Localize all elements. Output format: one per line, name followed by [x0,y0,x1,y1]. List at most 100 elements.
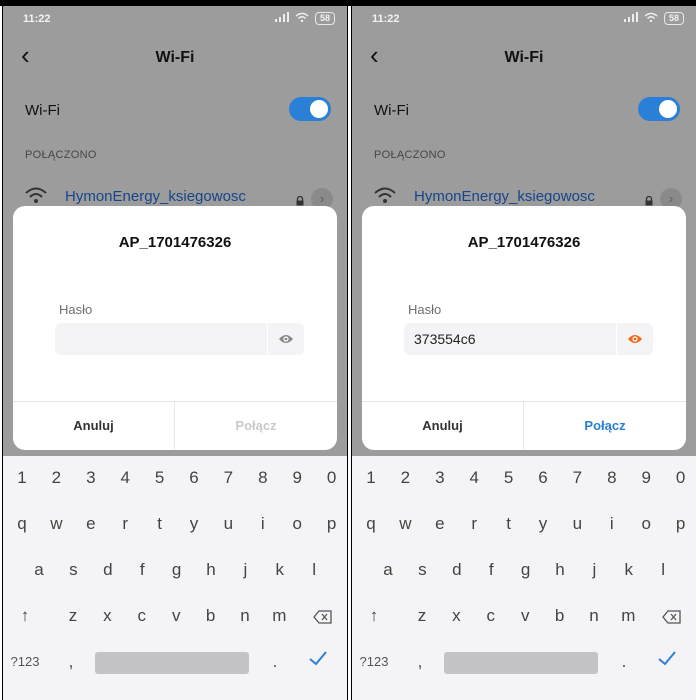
key-j[interactable]: j [578,552,610,588]
key-n[interactable]: n [578,598,610,634]
key-d[interactable]: d [441,552,473,588]
key-w[interactable]: w [389,506,421,542]
key-i[interactable]: i [596,506,628,542]
key-8[interactable]: 8 [247,460,279,496]
shift-key[interactable]: ↑ [9,598,41,634]
key-4[interactable]: 4 [109,460,141,496]
key-i[interactable]: i [247,506,279,542]
key-2[interactable]: 2 [389,460,421,496]
backspace-key[interactable] [307,598,339,634]
key-a[interactable]: a [372,552,404,588]
key-0[interactable]: 0 [665,460,696,496]
key-r[interactable]: r [109,506,141,542]
wifi-status-icon [644,12,658,25]
key-6[interactable]: 6 [527,460,559,496]
key-8[interactable]: 8 [596,460,628,496]
symbols-key[interactable]: ?123 [9,644,41,680]
key-q[interactable]: q [6,506,38,542]
key-6[interactable]: 6 [178,460,210,496]
key-w[interactable]: w [40,506,72,542]
key-v[interactable]: v [160,598,192,634]
key-s[interactable]: s [406,552,438,588]
shift-key[interactable]: ↑ [358,598,390,634]
key-p[interactable]: p [665,506,696,542]
comma-key[interactable]: , [404,644,436,680]
status-time: 11:22 [23,13,51,25]
key-5[interactable]: 5 [144,460,176,496]
key-z[interactable]: z [57,598,89,634]
key-h[interactable]: h [544,552,576,588]
connect-button[interactable]: Połącz [524,402,686,450]
key-m[interactable]: m [263,598,295,634]
key-x[interactable]: x [91,598,123,634]
key-7[interactable]: 7 [212,460,244,496]
key-r[interactable]: r [458,506,490,542]
key-f[interactable]: f [126,552,158,588]
key-b[interactable]: b [195,598,227,634]
key-e[interactable]: e [75,506,107,542]
enter-key[interactable] [307,648,337,676]
key-v[interactable]: v [509,598,541,634]
enter-key[interactable] [656,648,686,676]
connect-button[interactable]: Połącz [175,402,337,450]
network-name: HymonEnergy_ksiegowosc [414,188,595,205]
key-k[interactable]: k [264,552,296,588]
key-g[interactable]: g [161,552,193,588]
key-a[interactable]: a [23,552,55,588]
key-j[interactable]: j [229,552,261,588]
key-c[interactable]: c [126,598,158,634]
key-u[interactable]: u [212,506,244,542]
key-c[interactable]: c [475,598,507,634]
cancel-button[interactable]: Anuluj [362,402,524,450]
period-key[interactable]: . [608,644,640,680]
key-n[interactable]: n [229,598,261,634]
key-y[interactable]: y [527,506,559,542]
key-x[interactable]: x [440,598,472,634]
symbols-key[interactable]: ?123 [358,644,390,680]
show-password-button[interactable] [617,323,653,355]
key-l[interactable]: l [647,552,679,588]
key-5[interactable]: 5 [493,460,525,496]
key-1[interactable]: 1 [355,460,387,496]
key-o[interactable]: o [281,506,313,542]
key-u[interactable]: u [561,506,593,542]
key-t[interactable]: t [493,506,525,542]
key-9[interactable]: 9 [630,460,662,496]
comma-key[interactable]: , [55,644,87,680]
space-key[interactable] [95,652,249,674]
key-d[interactable]: d [92,552,124,588]
wifi-toggle-switch[interactable] [638,97,680,121]
key-3[interactable]: 3 [424,460,456,496]
key-g[interactable]: g [510,552,542,588]
key-l[interactable]: l [298,552,330,588]
key-o[interactable]: o [630,506,662,542]
key-7[interactable]: 7 [561,460,593,496]
key-2[interactable]: 2 [40,460,72,496]
key-p[interactable]: p [316,506,347,542]
key-9[interactable]: 9 [281,460,313,496]
period-key[interactable]: . [259,644,291,680]
key-b[interactable]: b [544,598,576,634]
backspace-key[interactable] [656,598,688,634]
wifi-toggle-switch[interactable] [289,97,331,121]
key-y[interactable]: y [178,506,210,542]
key-m[interactable]: m [612,598,644,634]
cancel-button[interactable]: Anuluj [13,402,175,450]
key-3[interactable]: 3 [75,460,107,496]
number-row: 1234567890 [3,460,347,496]
key-4[interactable]: 4 [458,460,490,496]
password-input[interactable] [404,323,616,355]
key-s[interactable]: s [57,552,89,588]
key-h[interactable]: h [195,552,227,588]
key-k[interactable]: k [613,552,645,588]
key-f[interactable]: f [475,552,507,588]
key-z[interactable]: z [406,598,438,634]
key-t[interactable]: t [144,506,176,542]
show-password-button[interactable] [268,323,304,355]
password-input[interactable] [55,323,267,355]
space-key[interactable] [444,652,598,674]
key-0[interactable]: 0 [316,460,347,496]
key-e[interactable]: e [424,506,456,542]
key-1[interactable]: 1 [6,460,38,496]
key-q[interactable]: q [355,506,387,542]
